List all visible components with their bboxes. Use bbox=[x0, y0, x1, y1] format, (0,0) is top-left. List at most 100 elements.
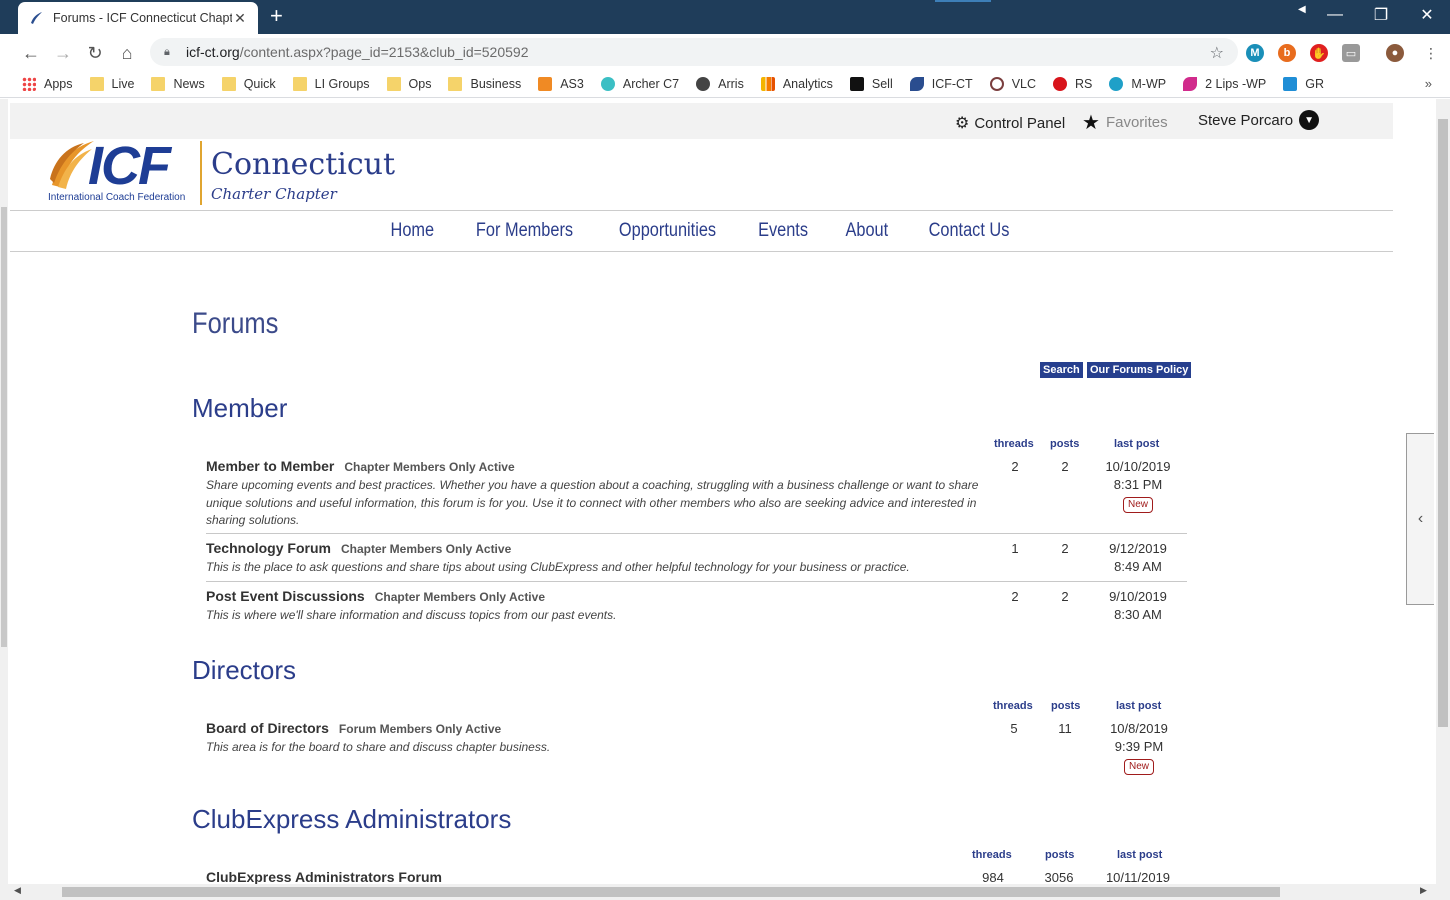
bookmark-arris[interactable]: Arris bbox=[696, 76, 744, 91]
home-icon[interactable]: ⌂ bbox=[116, 42, 138, 64]
forum-title[interactable]: Post Event Discussions bbox=[206, 588, 365, 604]
bookmark-icf-ct[interactable]: ICF-CT bbox=[909, 76, 973, 91]
side-panel-toggle[interactable]: ‹ bbox=[1406, 433, 1434, 605]
horizontal-scrollbar[interactable]: ◀ ▶ bbox=[0, 884, 1450, 900]
tab-search-icon[interactable]: ◀ bbox=[1298, 4, 1306, 15]
bookmark-label: VLC bbox=[1011, 76, 1037, 91]
nav-about[interactable]: About bbox=[846, 220, 889, 242]
extension-cast-icon[interactable]: ▭ bbox=[1342, 44, 1360, 62]
bookmark-star-icon[interactable]: ☆ bbox=[1210, 43, 1224, 63]
forum-row[interactable]: Board of Directors Forum Members Only Act… bbox=[206, 715, 1187, 779]
horizontal-scrollbar-thumb[interactable] bbox=[62, 887, 1280, 897]
m-wp-icon bbox=[1109, 76, 1124, 91]
right-scrollbar[interactable] bbox=[1436, 99, 1450, 884]
reload-icon[interactable]: ↻ bbox=[84, 42, 106, 64]
icf-wordmark: ICF bbox=[88, 136, 171, 196]
bookmark-archer-c7[interactable]: Archer C7 bbox=[600, 76, 680, 91]
forum-title[interactable]: Technology Forum bbox=[206, 540, 331, 556]
bookmark-as3[interactable]: AS3 bbox=[538, 76, 584, 91]
extension-m-icon[interactable]: M bbox=[1246, 44, 1264, 62]
last-post-time: 8:49 AM bbox=[1114, 559, 1162, 574]
extension-stop-icon[interactable]: ✋ bbox=[1310, 44, 1328, 62]
bookmark-label: M-WP bbox=[1131, 76, 1167, 91]
back-icon[interactable]: ← bbox=[20, 42, 42, 64]
bookmark-label: Archer C7 bbox=[622, 76, 680, 91]
bookmark-live[interactable]: Live bbox=[89, 76, 134, 91]
page-viewport: ⚙ Control Panel ★ Favorites Steve Porcar… bbox=[0, 99, 1450, 900]
bookmark-label: AS3 bbox=[560, 76, 584, 91]
right-scrollbar-thumb[interactable] bbox=[1438, 119, 1448, 727]
nav-home[interactable]: Home bbox=[391, 220, 435, 242]
bookmark-ops[interactable]: Ops bbox=[386, 76, 431, 91]
section-title-member: Member bbox=[192, 393, 288, 423]
bookmark-label: Arris bbox=[718, 76, 744, 91]
thread-count: 984 bbox=[982, 870, 1004, 885]
forum-row[interactable]: Member to Member Chapter Members Only Act… bbox=[206, 453, 1187, 533]
nav-contact-us[interactable]: Contact Us bbox=[928, 220, 1009, 242]
forum-title[interactable]: ClubExpress Administrators Forum bbox=[206, 869, 442, 885]
bookmark-label: Business bbox=[470, 76, 522, 91]
last-post[interactable]: 10/10/2019 8:31 PM New bbox=[1093, 458, 1183, 513]
scroll-left-icon[interactable]: ◀ bbox=[14, 885, 21, 896]
bookmark-vlc[interactable]: VLC bbox=[989, 76, 1037, 91]
left-scrollbar[interactable] bbox=[0, 99, 8, 884]
new-tab-icon[interactable]: + bbox=[270, 5, 283, 27]
forums-policy-button[interactable]: Our Forums Policy bbox=[1087, 362, 1192, 378]
post-count: 2 bbox=[1061, 459, 1069, 474]
last-post[interactable]: 9/12/2019 8:49 AM bbox=[1093, 540, 1183, 576]
forum-meta: Chapter Members Only Active bbox=[344, 460, 515, 474]
bookmark-m-wp[interactable]: M-WP bbox=[1109, 76, 1167, 91]
apps-grid-icon bbox=[22, 76, 36, 91]
bookmark-rs[interactable]: RS bbox=[1053, 76, 1092, 91]
site-logo[interactable]: ICF International Coach Federation Conne… bbox=[48, 136, 408, 209]
forum-title[interactable]: Member to Member bbox=[206, 458, 334, 474]
gear-icon: ⚙ bbox=[955, 115, 970, 132]
chapter-subtitle: Charter Chapter bbox=[211, 185, 337, 203]
left-scrollbar-thumb[interactable] bbox=[1, 207, 7, 647]
bookmarks-overflow-icon[interactable]: » bbox=[1425, 76, 1432, 91]
bookmark-label: LI Groups bbox=[314, 76, 370, 91]
nav-for-members[interactable]: For Members bbox=[476, 220, 573, 242]
browser-tab[interactable]: Forums - ICF Connecticut Chapte ✕ bbox=[18, 2, 258, 34]
scroll-right-icon[interactable]: ▶ bbox=[1420, 885, 1427, 896]
forward-icon[interactable]: → bbox=[52, 42, 74, 64]
bookmark-analytics[interactable]: Analytics bbox=[760, 76, 833, 91]
bookmark-li-groups[interactable]: LI Groups bbox=[292, 76, 370, 91]
bookmark-label: ICF-CT bbox=[931, 76, 973, 91]
bookmark-news[interactable]: News bbox=[151, 76, 205, 91]
favorites-link[interactable]: ★ Favorites bbox=[1082, 110, 1168, 135]
profile-avatar-icon[interactable]: ● bbox=[1386, 44, 1404, 62]
search-button[interactable]: Search bbox=[1040, 362, 1083, 378]
forum-title[interactable]: Board of Directors bbox=[206, 720, 329, 736]
last-post[interactable]: 10/8/2019 9:39 PM New bbox=[1094, 720, 1184, 775]
forum-description: This is where we'll share information an… bbox=[206, 608, 617, 622]
user-menu[interactable]: Steve Porcaro ▼ bbox=[1198, 110, 1320, 130]
bookmark-apps[interactable]: Apps bbox=[22, 76, 73, 91]
bookmark-sell[interactable]: Sell bbox=[849, 76, 893, 91]
address-bar[interactable]: 🔒︎ icf-ct.org/content.aspx?page_id=2153&… bbox=[150, 38, 1238, 66]
nav-events[interactable]: Events bbox=[758, 220, 808, 242]
forum-row[interactable]: Technology Forum Chapter Members Only Act… bbox=[206, 533, 1187, 581]
new-badge: New bbox=[1122, 497, 1153, 513]
folder-icon bbox=[221, 76, 236, 91]
bookmark-2-lips-wp[interactable]: 2 Lips -WP bbox=[1183, 76, 1266, 91]
forum-row[interactable]: Post Event Discussions Chapter Members On… bbox=[206, 581, 1187, 629]
restore-icon[interactable]: ❐ bbox=[1358, 0, 1404, 30]
last-post-date: 10/8/2019 bbox=[1110, 721, 1168, 736]
folder-icon bbox=[151, 76, 166, 91]
last-post[interactable]: 9/10/2019 8:30 AM bbox=[1093, 588, 1183, 624]
browser-menu-icon[interactable]: ⋮ bbox=[1420, 42, 1442, 64]
nav-opportunities[interactable]: Opportunities bbox=[619, 220, 716, 242]
tab-close-icon[interactable]: ✕ bbox=[232, 10, 248, 27]
control-panel-link[interactable]: ⚙ Control Panel bbox=[955, 113, 1065, 133]
post-count: 2 bbox=[1061, 541, 1069, 556]
folder-icon bbox=[89, 76, 104, 91]
aws-icon bbox=[538, 76, 553, 91]
bookmark-quick[interactable]: Quick bbox=[221, 76, 276, 91]
bookmark-gr[interactable]: GR bbox=[1283, 76, 1324, 91]
extension-b-icon[interactable]: b bbox=[1278, 44, 1296, 62]
window-close-icon[interactable]: ✕ bbox=[1404, 0, 1450, 30]
bookmark-business[interactable]: Business bbox=[448, 76, 522, 91]
minimize-icon[interactable]: — bbox=[1312, 0, 1358, 30]
thread-count: 1 bbox=[1011, 541, 1019, 556]
